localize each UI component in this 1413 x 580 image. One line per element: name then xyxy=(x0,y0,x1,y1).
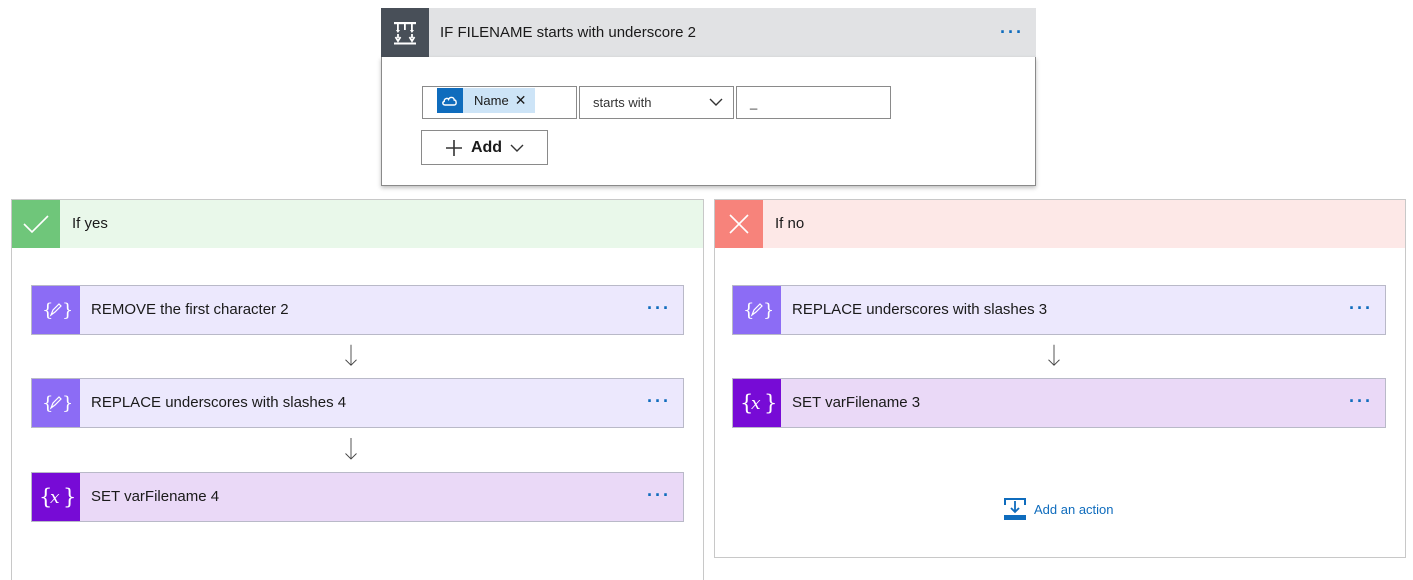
more-icon[interactable]: ··· xyxy=(647,298,671,319)
condition-operand-field[interactable]: Name ✕ xyxy=(422,86,577,119)
onedrive-cloud-icon xyxy=(437,88,463,113)
more-icon[interactable]: ··· xyxy=(1000,22,1024,43)
add-button[interactable]: Add xyxy=(421,130,548,165)
close-icon[interactable]: ✕ xyxy=(515,92,527,109)
action-title: SET varFilename 3 xyxy=(792,394,921,411)
svg-text:}: } xyxy=(62,300,71,321)
variable-icon: { x } xyxy=(32,473,80,521)
arrow-down-icon xyxy=(345,344,357,366)
more-icon[interactable]: ··· xyxy=(1349,298,1373,319)
action-title: REPLACE underscores with slashes 3 xyxy=(792,301,1048,318)
if-no-header[interactable]: If no xyxy=(715,200,1405,248)
if-yes-branch: If yes { } REMOVE the first character 2 … xyxy=(11,199,704,580)
svg-text:x: x xyxy=(50,488,60,508)
operator-value: starts with xyxy=(593,95,652,110)
compose-icon: { } xyxy=(32,286,80,334)
svg-text:{: { xyxy=(743,300,754,321)
add-button-label: Add xyxy=(470,138,503,156)
chevron-down-icon xyxy=(709,98,723,106)
action-card-remove-first-character[interactable]: { } REMOVE the first character 2 ··· xyxy=(31,285,684,335)
if-no-title: If no xyxy=(775,215,805,232)
compose-icon: { } xyxy=(733,286,781,334)
add-action-icon xyxy=(1004,498,1026,520)
svg-text:}: } xyxy=(764,391,775,415)
action-card-replace-underscores[interactable]: { } REPLACE underscores with slashes 4 ·… xyxy=(31,378,684,428)
action-title: REPLACE underscores with slashes 4 xyxy=(91,394,347,411)
check-icon xyxy=(12,200,60,248)
svg-text:{: { xyxy=(42,393,53,414)
add-an-action-label: Add an action xyxy=(1034,501,1114,517)
chevron-down-icon xyxy=(510,144,524,152)
action-title: REMOVE the first character 2 xyxy=(91,301,289,318)
variable-icon: { x } xyxy=(733,379,781,427)
arrow-down-icon xyxy=(345,438,357,460)
svg-text:}: } xyxy=(763,300,772,321)
condition-body: Name ✕ starts with _ Add xyxy=(381,57,1036,186)
condition-value-text: _ xyxy=(750,95,758,110)
svg-text:{: { xyxy=(42,300,53,321)
more-icon[interactable]: ··· xyxy=(647,485,671,506)
x-icon xyxy=(715,200,763,248)
svg-text:x: x xyxy=(751,394,761,414)
action-card-set-variable[interactable]: { x } SET varFilename 3 ··· xyxy=(732,378,1386,428)
token-label: Name xyxy=(474,93,509,108)
plus-icon xyxy=(445,139,462,156)
compose-icon: { } xyxy=(32,379,80,427)
condition-value-field[interactable]: _ xyxy=(736,86,891,119)
svg-text:}: } xyxy=(63,485,74,509)
svg-text:}: } xyxy=(62,393,71,414)
add-an-action-button[interactable]: Add an action xyxy=(1004,497,1114,521)
action-title: SET varFilename 4 xyxy=(91,488,220,505)
if-yes-title: If yes xyxy=(72,215,108,232)
arrow-down-icon xyxy=(1048,344,1060,366)
condition-icon xyxy=(381,8,429,57)
condition-header[interactable]: IF FILENAME starts with underscore 2 ··· xyxy=(381,8,1036,57)
if-yes-header[interactable]: If yes xyxy=(12,200,703,248)
more-icon[interactable]: ··· xyxy=(1349,391,1373,412)
condition-title: IF FILENAME starts with underscore 2 xyxy=(440,24,696,41)
action-card-set-variable[interactable]: { x } SET varFilename 4 ··· xyxy=(31,472,684,522)
dynamic-content-token[interactable]: Name ✕ xyxy=(437,88,535,113)
action-card-replace-underscores[interactable]: { } REPLACE underscores with slashes 3 ·… xyxy=(732,285,1386,335)
more-icon[interactable]: ··· xyxy=(647,391,671,412)
operator-select[interactable]: starts with xyxy=(579,86,734,119)
